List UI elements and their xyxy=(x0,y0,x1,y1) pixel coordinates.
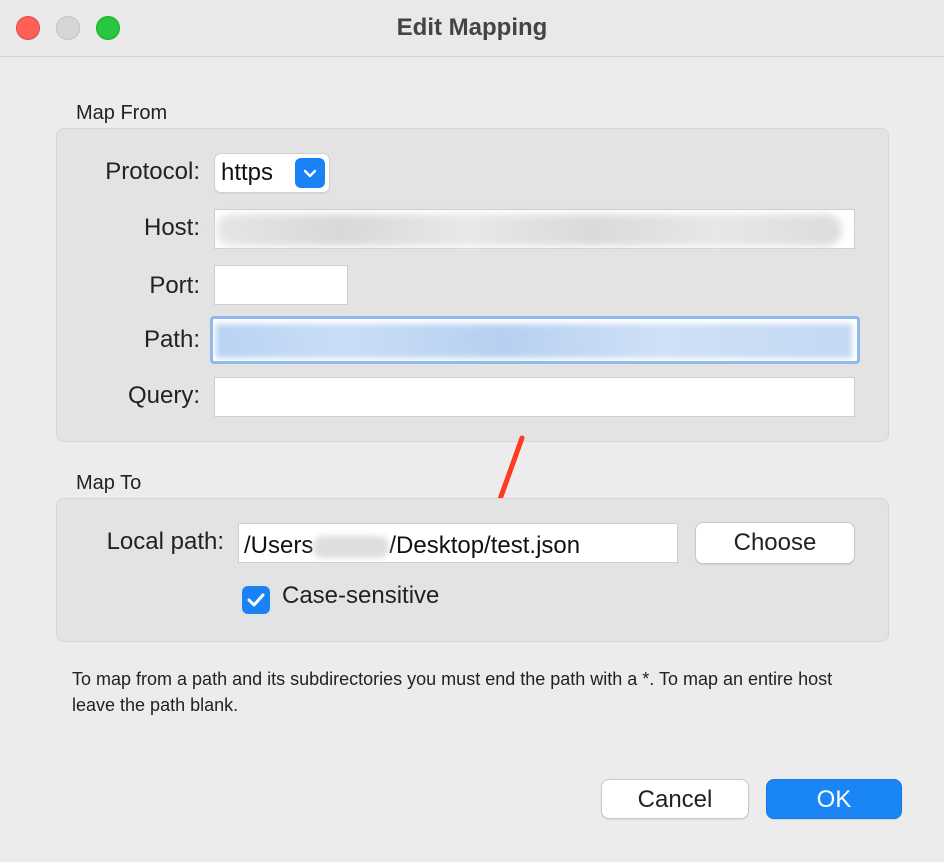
protocol-label: Protocol: xyxy=(105,158,200,185)
cancel-button[interactable]: Cancel xyxy=(601,779,749,819)
protocol-value: https xyxy=(221,159,274,186)
query-input[interactable] xyxy=(214,377,855,417)
window-title: Edit Mapping xyxy=(396,14,548,41)
checkmark-icon xyxy=(247,593,265,607)
query-label: Query: xyxy=(127,382,200,409)
path-label: Path: xyxy=(143,326,200,353)
chevron-down-icon xyxy=(295,158,325,188)
local-path-value-suffix: /Desktop/test.json xyxy=(389,532,581,559)
help-text: To map from a path and its subdirectorie… xyxy=(72,669,833,715)
case-sensitive-checkbox[interactable] xyxy=(242,586,270,614)
port-input[interactable] xyxy=(214,265,348,305)
map-from-label: Map From xyxy=(76,102,168,124)
username-redacted-blur xyxy=(313,535,390,558)
local-path-input[interactable]: /Users/Desktop/test.json xyxy=(238,523,678,563)
host-label: Host: xyxy=(143,214,200,241)
choose-button[interactable]: Choose xyxy=(695,522,855,564)
path-redacted-blur xyxy=(216,324,852,358)
port-label: Port: xyxy=(149,272,200,299)
case-sensitive-label[interactable]: Case-sensitive xyxy=(282,582,439,610)
title-bar: Edit Mapping xyxy=(0,0,944,57)
protocol-select[interactable]: https xyxy=(214,153,330,193)
ok-button[interactable]: OK xyxy=(766,779,902,819)
local-path-label: Local path: xyxy=(106,528,224,555)
map-to-group xyxy=(56,498,889,642)
host-redacted-blur xyxy=(216,214,842,246)
map-to-label: Map To xyxy=(76,472,142,494)
local-path-value-prefix: /Users xyxy=(244,532,314,559)
